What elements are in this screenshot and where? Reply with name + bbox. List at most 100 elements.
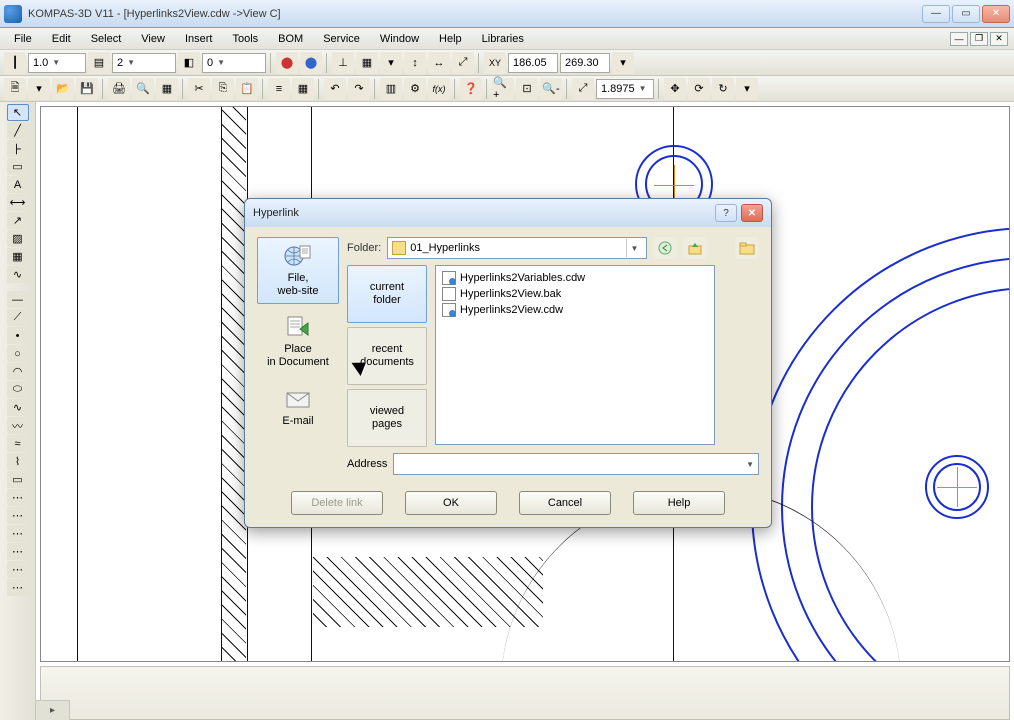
side-spline2-icon[interactable]: 〰: [7, 417, 29, 434]
var-icon[interactable]: ⚙: [404, 78, 426, 100]
save-icon[interactable]: 💾: [76, 78, 98, 100]
menu-window[interactable]: Window: [372, 31, 427, 47]
copy-icon[interactable]: ⎘: [212, 78, 234, 100]
table-icon[interactable]: ▦: [292, 78, 314, 100]
zoom-out-icon[interactable]: 🔍-: [540, 78, 562, 100]
grid-dd-icon[interactable]: ▾: [380, 52, 402, 74]
side-spline3-icon[interactable]: ≈: [7, 435, 29, 452]
side-table-icon[interactable]: ▦: [7, 248, 29, 265]
file-item[interactable]: Hyperlinks2View.bak: [440, 286, 710, 302]
side-spline-icon[interactable]: ∿: [7, 399, 29, 416]
ortho-icon[interactable]: ⊥: [332, 52, 354, 74]
delete-link-button[interactable]: Delete link: [291, 491, 383, 515]
paste-icon[interactable]: 📋: [236, 78, 258, 100]
pan-icon[interactable]: ✥: [664, 78, 686, 100]
lib-icon[interactable]: ▥: [380, 78, 402, 100]
side-text-icon[interactable]: A: [7, 176, 29, 193]
menu-tools[interactable]: Tools: [224, 31, 266, 47]
side-hatch-icon[interactable]: ▨: [7, 230, 29, 247]
close-button[interactable]: ✕: [982, 5, 1010, 23]
side-rect2-icon[interactable]: ▭: [7, 471, 29, 488]
side-misc2-icon[interactable]: ⋯: [7, 507, 29, 524]
side-polyline-icon[interactable]: ⺊: [7, 140, 29, 157]
style-picker-button[interactable]: ┃: [4, 52, 26, 74]
nav-up-button[interactable]: [683, 237, 707, 259]
mdi-close[interactable]: ✕: [990, 32, 1008, 46]
side-ellipse-icon[interactable]: ⬭: [7, 381, 29, 398]
zoom-in-icon[interactable]: 🔍+: [492, 78, 514, 100]
side-misc6-icon[interactable]: ⋯: [7, 579, 29, 596]
coord-x-box[interactable]: 186.05: [508, 53, 558, 73]
menu-select[interactable]: Select: [83, 31, 130, 47]
folder-combo[interactable]: 01_Hyperlinks ▼: [387, 237, 647, 259]
grid-icon[interactable]: ▦: [356, 52, 378, 74]
side-rect-icon[interactable]: ▭: [7, 158, 29, 175]
tb-dd-icon[interactable]: ▾: [736, 78, 758, 100]
new-icon[interactable]: 🗎: [4, 78, 26, 100]
tab-viewed-pages[interactable]: viewed pages: [347, 389, 427, 447]
side-cursor-icon[interactable]: ↖: [7, 104, 29, 121]
layer-combo[interactable]: 2▼: [112, 53, 176, 73]
dialog-help-button[interactable]: ?: [715, 204, 737, 222]
snap-v-icon[interactable]: ↕: [404, 52, 426, 74]
new-folder-button[interactable]: [735, 237, 759, 259]
zoom-window-icon[interactable]: ⊡: [516, 78, 538, 100]
menu-file[interactable]: File: [6, 31, 40, 47]
menu-view[interactable]: View: [133, 31, 173, 47]
address-combo[interactable]: ▼: [393, 453, 759, 475]
file-list[interactable]: Hyperlinks2Variables.cdw Hyperlinks2View…: [435, 265, 715, 445]
redraw-icon[interactable]: ↻: [712, 78, 734, 100]
side-misc4-icon[interactable]: ⋯: [7, 543, 29, 560]
side-misc3-icon[interactable]: ⋯: [7, 525, 29, 542]
props-icon[interactable]: ▦: [156, 78, 178, 100]
cut-icon[interactable]: ✂: [188, 78, 210, 100]
panel-handle[interactable]: ▸: [36, 700, 70, 720]
tab-recent-documents[interactable]: recent documents: [347, 327, 427, 385]
side-symbol-icon[interactable]: ∿: [7, 266, 29, 283]
open-icon[interactable]: 📂: [52, 78, 74, 100]
side-seg-icon[interactable]: —: [7, 291, 29, 308]
ok-button[interactable]: OK: [405, 491, 497, 515]
tab-current-folder[interactable]: current folder: [347, 265, 427, 323]
menu-libraries[interactable]: Libraries: [474, 31, 532, 47]
menu-edit[interactable]: Edit: [44, 31, 79, 47]
link-type-file-website[interactable]: File, web-site: [257, 237, 339, 304]
mdi-restore[interactable]: ❐: [970, 32, 988, 46]
color-button[interactable]: ◧: [178, 52, 200, 74]
dialog-close-button[interactable]: ✕: [741, 204, 763, 222]
minimize-button[interactable]: —: [922, 5, 950, 23]
xy-label-icon[interactable]: XY: [484, 52, 506, 74]
menu-help[interactable]: Help: [431, 31, 470, 47]
menu-service[interactable]: Service: [315, 31, 368, 47]
side-seg2-icon[interactable]: ⟋: [7, 309, 29, 326]
coord-y-box[interactable]: 269.30: [560, 53, 610, 73]
side-point-icon[interactable]: •: [7, 327, 29, 344]
side-misc5-icon[interactable]: ⋯: [7, 561, 29, 578]
layer-button[interactable]: ▤: [88, 52, 110, 74]
coord-dd-icon[interactable]: ▾: [612, 52, 634, 74]
file-item[interactable]: Hyperlinks2Variables.cdw: [440, 270, 710, 286]
color-combo[interactable]: 0▼: [202, 53, 266, 73]
line-scale-combo[interactable]: 1.0▼: [28, 53, 86, 73]
side-misc-icon[interactable]: ⋯: [7, 489, 29, 506]
local-cs-icon[interactable]: ⤢: [452, 52, 474, 74]
print-icon[interactable]: 🖨: [108, 78, 130, 100]
side-line-icon[interactable]: ╱: [7, 122, 29, 139]
format-icon[interactable]: ≡: [268, 78, 290, 100]
link-type-email[interactable]: E-mail: [257, 380, 339, 435]
redo-icon[interactable]: ↷: [348, 78, 370, 100]
side-arc-icon[interactable]: ◠: [7, 363, 29, 380]
menu-insert[interactable]: Insert: [177, 31, 221, 47]
link-type-document-place[interactable]: Place in Document: [257, 308, 339, 375]
dialog-titlebar[interactable]: Hyperlink ? ✕: [245, 199, 771, 227]
mdi-minimize[interactable]: —: [950, 32, 968, 46]
side-dim-icon[interactable]: ⟷: [7, 194, 29, 211]
magnet-blue-icon[interactable]: ⬤: [300, 52, 322, 74]
snap-h-icon[interactable]: ↔: [428, 52, 450, 74]
undo-icon[interactable]: ↶: [324, 78, 346, 100]
nav-back-button[interactable]: [653, 237, 677, 259]
menu-bom[interactable]: BOM: [270, 31, 311, 47]
cancel-button[interactable]: Cancel: [519, 491, 611, 515]
preview-icon[interactable]: 🔍: [132, 78, 154, 100]
maximize-button[interactable]: ▭: [952, 5, 980, 23]
